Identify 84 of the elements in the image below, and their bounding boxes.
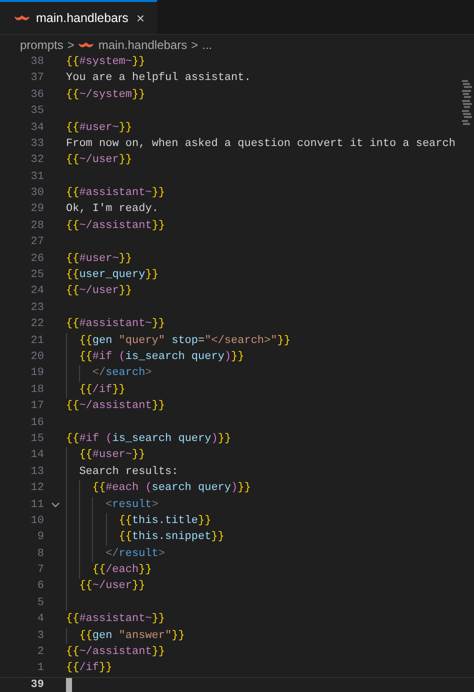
- line-number: 37: [30, 71, 44, 86]
- minimap[interactable]: [462, 80, 472, 126]
- breadcrumb-item[interactable]: main.handlebars: [98, 36, 188, 54]
- code-line: {{#user~}}: [66, 252, 132, 267]
- line-number: 13: [30, 464, 44, 480]
- code-line: {{~/assistant}}: [66, 645, 166, 660]
- code-line: <result>: [106, 498, 158, 512]
- code-line: {{~/user}}: [79, 579, 146, 594]
- code-line: {{~/user}}: [66, 153, 132, 168]
- code-line: {{gen "answer"}}: [79, 628, 185, 644]
- line-number: 12: [30, 481, 44, 496]
- line-number: 3: [37, 628, 44, 644]
- code-line: {{/each}}: [92, 563, 152, 578]
- code-line: {{gen "query" stop="</search>"}}: [79, 334, 290, 349]
- line-number: 5: [37, 596, 44, 611]
- line-number: 25: [30, 268, 44, 284]
- line-number: 30: [30, 186, 44, 202]
- mustache-icon: [78, 40, 94, 48]
- line-number: 4: [37, 612, 44, 628]
- code-line: You are a helpful assistant.: [66, 71, 251, 86]
- tab-title: main.handlebars: [36, 10, 128, 27]
- line-number: 32: [30, 153, 44, 168]
- code-line: {{#if (is_search query)}}: [79, 350, 244, 365]
- text-cursor: [66, 678, 72, 692]
- line-number: 27: [30, 235, 44, 250]
- line-number: 9: [37, 530, 44, 546]
- code-line: {{/if}}: [66, 661, 112, 676]
- line-number: 26: [30, 252, 44, 267]
- breadcrumb-separator: >: [191, 36, 198, 54]
- line-number: 11: [30, 498, 44, 512]
- chevron-down-icon[interactable]: [50, 502, 60, 508]
- code-line: From now on, when asked a question convert it into a search: [66, 136, 456, 152]
- line-number: 21: [30, 334, 44, 349]
- line-number: 24: [30, 284, 44, 300]
- code-line: {{user_query}}: [66, 268, 158, 284]
- editor-tab[interactable]: main.handlebars ×: [0, 0, 157, 34]
- line-number: 35: [30, 104, 44, 120]
- line-number: 29: [30, 202, 44, 218]
- code-line: Ok, I'm ready.: [66, 202, 158, 218]
- line-number: 2: [37, 645, 44, 660]
- line-number: 28: [30, 218, 44, 234]
- line-number: 16: [30, 416, 44, 431]
- line-number: 14: [30, 448, 44, 464]
- code-line: {{#assistant~}}: [66, 612, 166, 628]
- breadcrumb-item[interactable]: ...: [202, 36, 212, 54]
- line-number: 39: [30, 678, 44, 692]
- line-number: 7: [37, 563, 44, 578]
- line-number: 33: [30, 136, 44, 152]
- code-line: {{#system~}}: [66, 54, 146, 70]
- line-number: 15: [30, 432, 44, 447]
- code-line: </result>: [106, 546, 165, 562]
- code-line: Search results:: [79, 464, 178, 480]
- code-line: {{#each (search query)}}: [92, 481, 251, 496]
- code-line: {{this.title}}: [118, 514, 212, 529]
- code-line: </search>: [92, 366, 152, 382]
- mustache-icon: [14, 14, 30, 22]
- line-number: 34: [30, 120, 44, 136]
- line-number: 20: [30, 350, 44, 365]
- close-button[interactable]: ×: [134, 11, 147, 25]
- line-number: 1: [37, 661, 44, 676]
- code-line: {{#user~}}: [79, 448, 146, 464]
- breadcrumb-item[interactable]: prompts: [20, 36, 64, 54]
- code-line: {{~/assistant}}: [66, 399, 166, 414]
- line-number: 36: [30, 88, 44, 103]
- code-line: {{~/assistant}}: [66, 218, 166, 234]
- line-number: 8: [37, 546, 44, 562]
- line-number: 19: [30, 366, 44, 382]
- line-number: 31: [30, 170, 44, 185]
- line-number: 22: [30, 317, 44, 332]
- code-line: {{~/user}}: [66, 284, 132, 300]
- breadcrumb-separator: >: [67, 36, 74, 54]
- code-line: {{#assistant~}}: [66, 186, 166, 202]
- line-number: 18: [30, 382, 44, 398]
- code-line: {{#if (is_search query)}}: [66, 432, 232, 447]
- code-line: {{#assistant~}}: [66, 317, 166, 332]
- code-line: {{~/system}}: [66, 88, 146, 103]
- code-line: {{/if}}: [79, 382, 126, 398]
- line-number: 10: [30, 514, 44, 529]
- line-number: 17: [30, 399, 44, 414]
- line-number: 23: [30, 300, 44, 316]
- line-number: 6: [37, 579, 44, 594]
- line-number: 38: [30, 54, 44, 70]
- code-line: {{this.snippet}}: [118, 530, 224, 546]
- code-line: {{#user~}}: [66, 120, 132, 136]
